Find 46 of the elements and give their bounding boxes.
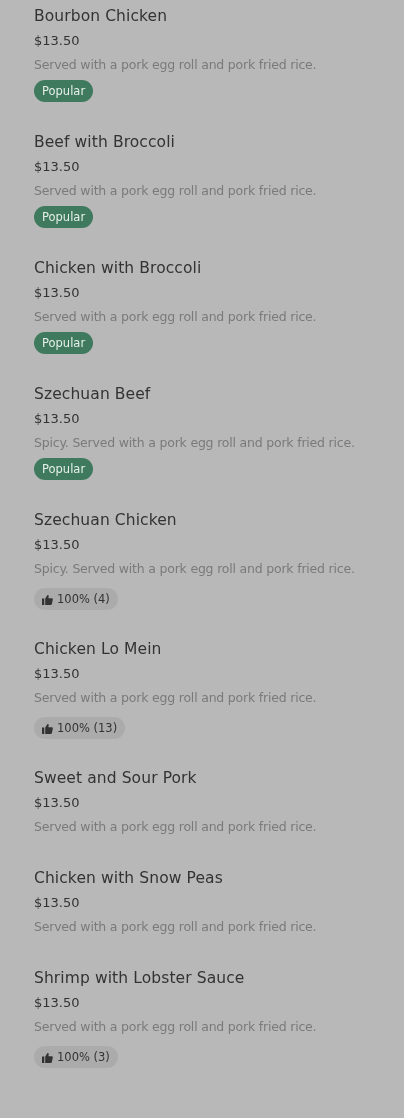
item-description: Served with a pork egg roll and pork fried rice.	[34, 689, 317, 707]
item-price: $13.50	[34, 794, 80, 812]
menu-item[interactable]: Szechuan Chicken $13.50 Spicy. Served with a pork egg roll and pork fried rice. 100% (4)	[34, 508, 370, 637]
menu-item[interactable]: Bourbon Chicken $13.50 Served with a pork egg roll and pork fried rice. Popular	[34, 4, 370, 130]
item-description: Served with a pork egg roll and pork fried rice.	[34, 1018, 317, 1036]
item-name: Shrimp with Lobster Sauce	[34, 968, 245, 989]
menu-item[interactable]: Sweet and Sour Pork $13.50 Served with a pork egg roll and pork fried rice.	[34, 766, 370, 866]
item-price: $13.50	[34, 665, 80, 683]
rating-text: 100% (3)	[57, 1050, 110, 1064]
item-description: Served with a pork egg roll and pork fried rice.	[34, 818, 317, 836]
menu-item[interactable]: Shrimp with Lobster Sauce $13.50 Served with a pork egg roll and pork fried rice. 100% (3)	[34, 966, 370, 1095]
item-price: $13.50	[34, 158, 80, 176]
menu-item[interactable]: Chicken with Broccoli $13.50 Served with a pork egg roll and pork fried rice. Popular	[34, 256, 370, 382]
item-name: Chicken with Snow Peas	[34, 868, 223, 889]
item-description: Spicy. Served with a pork egg roll and pork fried rice.	[34, 560, 355, 578]
item-price: $13.50	[34, 994, 80, 1012]
popular-badge: Popular	[34, 458, 94, 480]
menu-item[interactable]: Beef with Broccoli $13.50 Served with a pork egg roll and pork fried rice. Popular	[34, 130, 370, 256]
rating-text: 100% (4)	[57, 592, 110, 606]
item-description: Served with a pork egg roll and pork fried rice.	[34, 308, 317, 326]
thumbs-up-icon	[42, 722, 53, 734]
item-name: Sweet and Sour Pork	[34, 768, 197, 789]
item-name: Szechuan Beef	[34, 384, 151, 405]
thumbs-up-icon	[42, 593, 53, 605]
item-name: Bourbon Chicken	[34, 6, 168, 27]
item-price: $13.50	[34, 410, 80, 428]
item-name: Chicken Lo Mein	[34, 639, 162, 660]
item-name: Beef with Broccoli	[34, 132, 175, 153]
item-price: $13.50	[34, 32, 80, 50]
item-price: $13.50	[34, 536, 80, 554]
item-description: Served with a pork egg roll and pork fried rice.	[34, 56, 317, 74]
item-description: Spicy. Served with a pork egg roll and pork fried rice.	[34, 434, 355, 452]
item-description: Served with a pork egg roll and pork fried rice.	[34, 918, 317, 936]
rating-text: 100% (13)	[57, 721, 118, 735]
popular-badge: Popular	[34, 80, 94, 102]
menu-item[interactable]: Szechuan Beef $13.50 Spicy. Served with a pork egg roll and pork fried rice. Popular	[34, 382, 370, 508]
popular-badge: Popular	[34, 206, 94, 228]
menu-item[interactable]: Chicken Lo Mein $13.50 Served with a pork egg roll and pork fried rice. 100% (13)	[34, 637, 370, 766]
popular-badge: Popular	[34, 332, 94, 354]
thumbs-up-icon	[42, 1051, 53, 1063]
item-name: Szechuan Chicken	[34, 510, 177, 531]
menu-item[interactable]: Chicken with Snow Peas $13.50 Served with a pork egg roll and pork fried rice.	[34, 866, 370, 966]
item-name: Chicken with Broccoli	[34, 258, 202, 279]
item-description: Served with a pork egg roll and pork fried rice.	[34, 182, 317, 200]
item-price: $13.50	[34, 894, 80, 912]
item-price: $13.50	[34, 284, 80, 302]
